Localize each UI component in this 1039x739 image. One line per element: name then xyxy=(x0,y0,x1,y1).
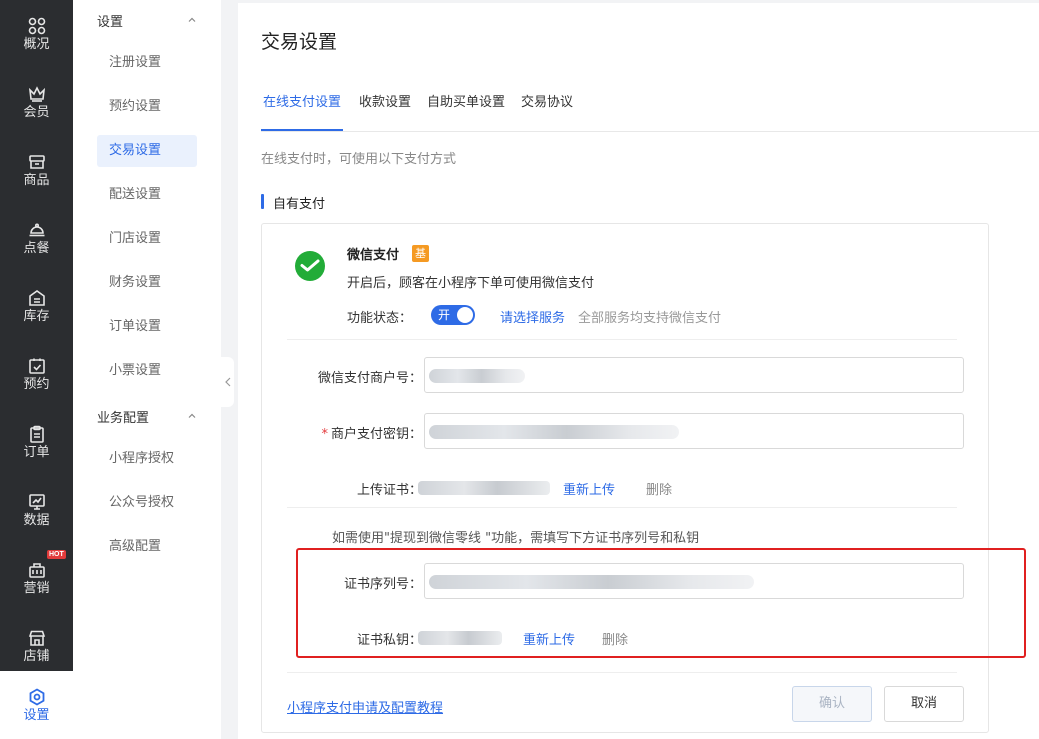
toggle-text: 开 xyxy=(438,308,451,322)
submenu-item-finance[interactable]: 财务设置 xyxy=(97,267,197,299)
merchant-id-input[interactable] xyxy=(424,357,964,393)
nav-label: 店铺 xyxy=(23,648,50,664)
submenu-item-register[interactable]: 注册设置 xyxy=(97,47,197,79)
submenu-group-business[interactable]: 业务配置 xyxy=(97,407,149,426)
nav-settings[interactable]: 设置 xyxy=(0,671,73,739)
nav-label: 点餐 xyxy=(23,240,50,256)
nav-label: 库存 xyxy=(23,308,50,324)
cancel-button[interactable]: 取消 xyxy=(884,686,964,722)
settings-hex-icon xyxy=(27,687,47,707)
required-mark: * xyxy=(321,427,328,442)
tabs-divider xyxy=(261,131,1039,132)
wechat-pay-toggle[interactable]: 开 xyxy=(431,305,475,325)
delete-cert-link[interactable]: 删除 xyxy=(646,479,672,498)
marketing-icon xyxy=(27,560,47,580)
merchant-key-input[interactable] xyxy=(424,413,964,449)
nav-label: 商品 xyxy=(23,172,50,188)
nav-data[interactable]: 数据 xyxy=(0,476,73,544)
divider xyxy=(287,339,957,340)
tab-self-checkout[interactable]: 自助买单设置 xyxy=(427,93,505,131)
collapse-menu-button[interactable] xyxy=(221,357,234,407)
overview-grid-icon xyxy=(27,16,47,36)
redacted-value xyxy=(429,369,525,383)
nav-label: 会员 xyxy=(23,104,50,120)
merchant-id-label: 微信支付商户号： xyxy=(317,371,422,386)
wechat-pay-icon xyxy=(295,251,325,281)
submenu-item-miniprogram-auth[interactable]: 小程序授权 xyxy=(97,443,197,475)
nav-label: 营销 xyxy=(23,580,50,596)
crown-icon xyxy=(27,84,47,104)
submenu-group-settings[interactable]: 设置 xyxy=(97,11,123,30)
hot-badge: HOT xyxy=(47,550,66,559)
tab-online-payment[interactable]: 在线支付设置 xyxy=(261,93,344,131)
online-payment-tip: 在线支付时，可使用以下支付方式 xyxy=(261,152,457,167)
inventory-icon xyxy=(27,288,47,308)
nav-orders[interactable]: 订单 xyxy=(0,408,73,476)
confirm-button[interactable]: 确认 xyxy=(792,686,872,722)
redacted-value xyxy=(429,425,679,439)
submenu-item-reservation[interactable]: 预约设置 xyxy=(97,91,197,123)
submenu-item-store[interactable]: 门店设置 xyxy=(97,223,197,255)
merchant-key-label: * 商户支付密钥： xyxy=(321,427,422,442)
nav-label: 订单 xyxy=(23,444,50,460)
nav-reservation[interactable]: 预约 xyxy=(0,340,73,408)
submenu-item-receipt[interactable]: 小票设置 xyxy=(97,355,197,387)
divider xyxy=(287,507,957,508)
submenu-item-delivery[interactable]: 配送设置 xyxy=(97,179,197,211)
cloche-icon xyxy=(27,220,47,240)
section-title: 自有支付 xyxy=(261,193,325,212)
submenu-item-advanced[interactable]: 高级配置 xyxy=(97,531,197,563)
status-label: 功能状态： xyxy=(347,311,413,326)
nav-product[interactable]: 商品 xyxy=(0,136,73,204)
nav-marketing[interactable]: 营销 HOT xyxy=(0,544,73,612)
reupload-cert-link[interactable]: 重新上传 xyxy=(563,479,615,498)
withdraw-note: 如需使用"提现到微信零线 "功能，需填写下方证书序列号和私钥 xyxy=(332,531,700,546)
nav-shop[interactable]: 店铺 xyxy=(0,612,73,680)
toggle-knob xyxy=(457,307,473,323)
settings-submenu: 设置 注册设置 预约设置 交易设置 配送设置 门店设置 财务设置 订单设置 小票… xyxy=(73,0,221,739)
tab-trade-agreement[interactable]: 交易协议 xyxy=(521,93,573,131)
chevron-left-icon xyxy=(224,377,230,387)
tab-collection[interactable]: 收款设置 xyxy=(359,93,411,131)
tutorial-link[interactable]: 小程序支付申请及配置教程 xyxy=(287,697,443,716)
submenu-item-trade[interactable]: 交易设置 xyxy=(97,135,197,167)
shop-icon xyxy=(27,628,47,648)
nav-overview[interactable]: 概况 xyxy=(0,0,73,68)
nav-member[interactable]: 会员 xyxy=(0,68,73,136)
page-title: 交易设置 xyxy=(261,31,338,53)
select-service-link[interactable]: 请选择服务 xyxy=(500,307,565,326)
main-content: 交易设置 在线支付设置 收款设置 自助买单设置 交易协议 在线支付时，可使用以下… xyxy=(238,3,1039,739)
divider xyxy=(287,672,957,673)
nav-label: 概况 xyxy=(23,36,50,52)
upload-cert-label: 上传证书： xyxy=(356,483,422,498)
store-box-icon xyxy=(27,152,47,172)
chevron-up-icon[interactable] xyxy=(188,16,196,24)
main-nav-rail: 概况 会员 商品 点餐 库存 预约 订单 数据 营销 HOT 店铺 设置 xyxy=(0,0,73,739)
tab-bar: 在线支付设置 收款设置 自助买单设置 交易协议 xyxy=(261,93,589,131)
chart-monitor-icon xyxy=(27,492,47,512)
submenu-item-order[interactable]: 订单设置 xyxy=(97,311,197,343)
nav-inventory[interactable]: 库存 xyxy=(0,272,73,340)
service-note: 全部服务均支持微信支付 xyxy=(578,311,722,326)
nav-label: 预约 xyxy=(23,376,50,392)
nav-label: 数据 xyxy=(23,512,50,528)
submenu-item-official-account-auth[interactable]: 公众号授权 xyxy=(97,487,197,519)
nav-label: 设置 xyxy=(23,707,50,723)
basic-badge: 基 xyxy=(412,245,429,262)
redacted-filename xyxy=(418,481,550,495)
calendar-check-icon xyxy=(27,356,47,376)
highlight-box xyxy=(296,548,1026,658)
clipboard-icon xyxy=(27,424,47,444)
wechat-pay-description: 开启后，顾客在小程序下单可使用微信支付 xyxy=(347,276,595,291)
chevron-up-icon[interactable] xyxy=(188,412,196,420)
nav-order-food[interactable]: 点餐 xyxy=(0,204,73,272)
wechat-pay-title: 微信支付 xyxy=(347,248,400,263)
